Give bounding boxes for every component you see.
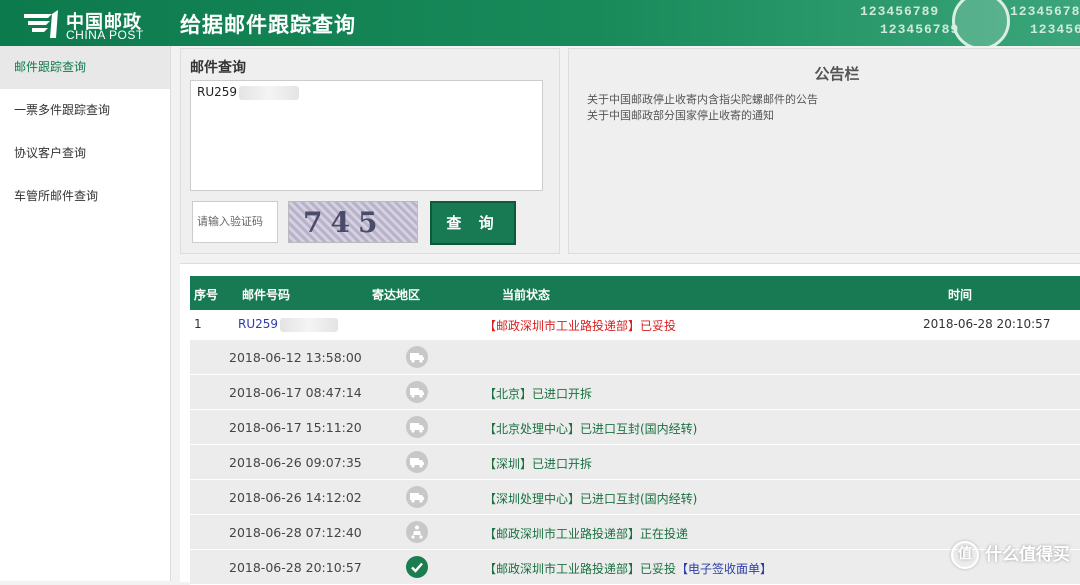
column-header-number: 邮件号码 [242, 288, 291, 302]
sidebar-item-vehicle-office-mail[interactable]: 车管所邮件查询 [0, 175, 170, 218]
event-time: 2018-06-28 20:10:57 [229, 560, 362, 575]
tracking-event-row: 2018-06-17 15:11:20 【北京处理中心】已进口互封(国内经转) [190, 410, 1080, 445]
column-header-time: 时间 [948, 288, 973, 302]
captcha-text: 745 [303, 206, 386, 239]
deco-number-text: 123456789 [880, 22, 960, 37]
event-time: 2018-06-26 14:12:02 [229, 490, 362, 505]
tracking-event-row: 2018-06-12 13:58:00 [190, 340, 1080, 375]
query-button[interactable]: 查 询 [430, 201, 516, 245]
courier-icon [406, 521, 428, 543]
tracking-event-row: 2018-06-26 14:12:02 【深圳处理中心】已进口互封(国内经转) [190, 480, 1080, 515]
query-panel-title: 邮件查询 [190, 60, 246, 76]
event-time: 2018-06-17 08:47:14 [229, 385, 362, 400]
watermark: 值什么值得买 [951, 540, 1070, 569]
magnifier-icon [952, 0, 1010, 46]
results-table-header: 序号 邮件号码 寄达地区 当前状态 时间 [190, 276, 1080, 310]
truck-icon [406, 451, 428, 473]
header-decoration: 123456789 123456789 123456789 123456 [860, 0, 1080, 46]
event-status: 【邮政深圳市工业路投递部】正在投递 [484, 527, 689, 541]
notice-link[interactable]: 关于中国邮政停止收寄内含指尖陀螺邮件的公告 [587, 91, 818, 107]
notice-board-title: 公告栏 [814, 65, 860, 83]
status-time: 2018-06-28 20:10:57 [923, 317, 1051, 331]
checkmark-icon [406, 556, 428, 578]
event-time: 2018-06-12 13:58:00 [229, 350, 362, 365]
event-status: 【北京】已进口开拆 [484, 387, 593, 401]
page-header: 中国邮政 CHINA POST 给据邮件跟踪查询 123456789 12345… [0, 0, 1080, 46]
truck-icon [406, 416, 428, 438]
mail-query-panel: 邮件查询 RU259 请输入验证码 745 查 询 [180, 48, 560, 254]
sidebar: 邮件跟踪查询 一票多件跟踪查询 协议客户查询 车管所邮件查询 [0, 46, 171, 581]
row-index: 1 [194, 317, 202, 331]
event-time: 2018-06-26 09:07:35 [229, 455, 362, 470]
tracking-results: 序号 邮件号码 寄达地区 当前状态 时间 1 RU259 【邮政深圳市工业路投递… [180, 263, 1080, 585]
tracking-event-row: 2018-06-28 20:10:57 【邮政深圳市工业路投递部】已妥投【电子签… [190, 550, 1080, 585]
column-header-index: 序号 [194, 288, 219, 302]
truck-icon [406, 381, 428, 403]
current-status: 【邮政深圳市工业路投递部】已妥投 [484, 319, 677, 333]
tracking-event-row: 2018-06-28 07:12:40 【邮政深圳市工业路投递部】正在投递 [190, 515, 1080, 550]
truck-icon [406, 346, 428, 368]
column-header-status: 当前状态 [502, 288, 551, 302]
deco-number-text: 123456 [1030, 22, 1080, 37]
event-status: 【深圳处理中心】已进口互封(国内经转) [484, 492, 698, 506]
logo-english-text: CHINA POST [66, 28, 144, 42]
tracking-event-row: 2018-06-26 09:07:35 【深圳】已进口开拆 [190, 445, 1080, 480]
notice-board-panel: 公告栏 关于中国邮政停止收寄内含指尖陀螺邮件的公告 关于中国邮政部分国家停止收寄… [568, 48, 1080, 254]
column-header-region: 寄达地区 [372, 288, 421, 302]
event-status: 【邮政深圳市工业路投递部】已妥投【电子签收面单】 [484, 560, 772, 577]
redacted-blur [239, 85, 300, 100]
e-signature-link[interactable]: 【电子签收面单】 [676, 562, 772, 576]
china-post-emblem-icon [24, 10, 58, 38]
event-status-text: 【邮政深圳市工业路投递部】已妥投 [484, 562, 677, 576]
tracking-number-value: RU259 [197, 85, 238, 99]
tracking-event-row: 2018-06-17 08:47:14 【北京】已进口开拆 [190, 375, 1080, 410]
event-status: 【深圳】已进口开拆 [484, 457, 593, 471]
result-summary-row: 1 RU259 【邮政深圳市工业路投递部】已妥投 2018-06-28 20:1… [190, 310, 1080, 340]
page-title: 给据邮件跟踪查询 [180, 13, 356, 37]
captcha-input[interactable]: 请输入验证码 [192, 201, 278, 243]
tracking-number-link[interactable]: RU259 [238, 317, 339, 332]
event-time: 2018-06-17 15:11:20 [229, 420, 362, 435]
captcha-image[interactable]: 745 [288, 201, 418, 243]
watermark-text: 什么值得买 [985, 545, 1070, 565]
deco-number-text: 123456789 [1010, 4, 1080, 19]
tracking-number-input[interactable]: RU259 [190, 80, 543, 191]
event-time: 2018-06-28 07:12:40 [229, 525, 362, 540]
tracking-number-text: RU259 [238, 317, 279, 331]
smzdm-logo-icon: 值 [951, 541, 979, 569]
sidebar-item-contract-customer[interactable]: 协议客户查询 [0, 132, 170, 175]
sidebar-item-mail-tracking[interactable]: 邮件跟踪查询 [0, 46, 170, 89]
truck-icon [406, 486, 428, 508]
deco-number-text: 123456789 [860, 4, 940, 19]
event-status: 【北京处理中心】已进口互封(国内经转) [484, 422, 698, 436]
sidebar-item-multi-piece-tracking[interactable]: 一票多件跟踪查询 [0, 89, 170, 132]
notice-link[interactable]: 关于中国邮政部分国家停止收寄的通知 [587, 107, 774, 123]
china-post-logo[interactable]: 中国邮政 CHINA POST [22, 6, 162, 42]
redacted-blur [280, 317, 339, 332]
